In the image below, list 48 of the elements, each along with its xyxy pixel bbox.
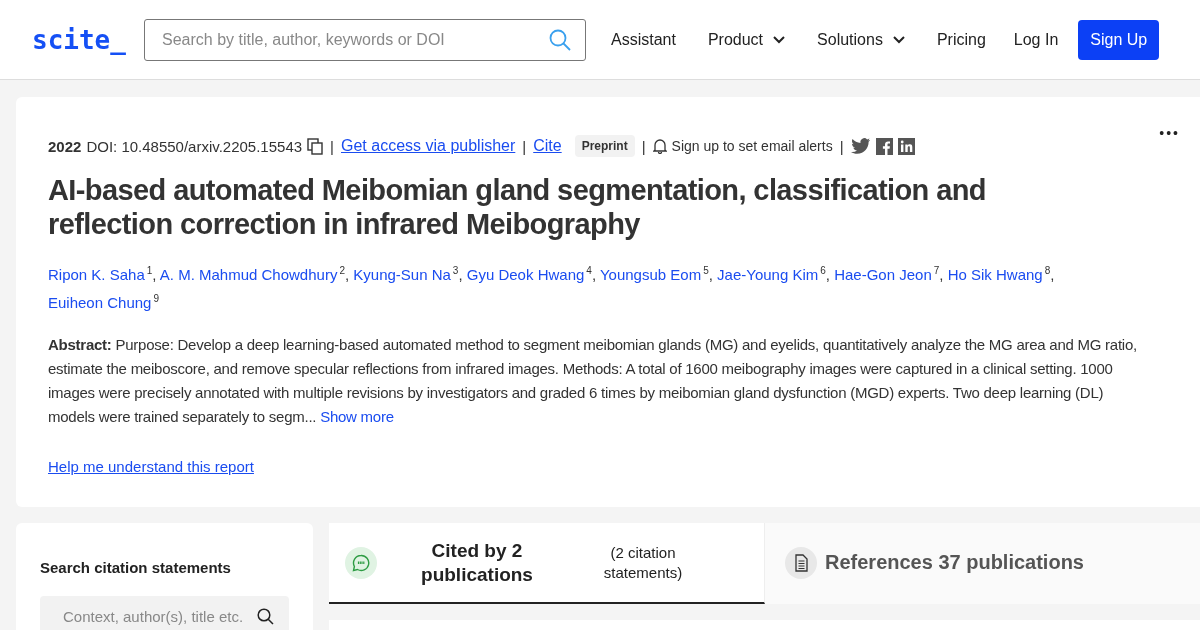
abstract-text: Abstract: Purpose: Develop a deep learning-based automated method to segment meibomian glands (MG) and eyelids, quantitatively analyze the MG area and MG ratio, estimate the meiboscore, and remove specular reflections from infrared images. Methods: A total of 1600 meibography images were captured in a clinical setting. 1000 images were precisely annotated with multiple revisions by investigators and graded 6 times by meibomian gland dysfunction (MGD) experts. Two deep learning (DL) models were trained separately to segm... Show more	[48, 335, 1138, 427]
author-link[interactable]: Gyu Deok Hwang$^{4}$	[466, 266, 592, 283]
references-tab[interactable]: References 37 publications	[765, 523, 1200, 604]
separator: |	[330, 137, 334, 155]
nav-link[interactable]: Solutions	[817, 30, 905, 49]
author-link[interactable]: Euiheon Chung$^{9}$	[48, 294, 159, 311]
search-icon	[257, 608, 274, 625]
nav-link[interactable]: Assistant	[611, 30, 676, 49]
nav-link[interactable]: Log In	[1013, 30, 1059, 49]
author-link[interactable]: Youngsub Eom$^{5}$	[599, 266, 709, 283]
quote-bubble-icon	[352, 553, 370, 572]
preprint-badge: Preprint	[574, 135, 635, 157]
citation-search-field[interactable]: Context, author(s), title etc.	[40, 596, 289, 630]
doi-text: DOI: 10.48550/arxiv.2205.15543	[86, 137, 303, 155]
author-link[interactable]: A. M. Mahmud Chowdhury$^{2}$	[159, 266, 345, 283]
help-link[interactable]: Help me understand this report	[48, 458, 254, 475]
document-icon	[793, 553, 809, 572]
author-link[interactable]: Ripon K. Saha$^{1}$	[48, 266, 153, 283]
chevron-down-icon	[892, 35, 905, 44]
cite-link[interactable]: Cite	[533, 137, 562, 155]
paper-title: AI-based automated Meibomian gland segmentation, classification and reflection correction in infrared Meibography	[48, 173, 987, 241]
nav-link[interactable]: Product	[707, 30, 786, 49]
chevron-down-icon	[773, 35, 786, 44]
linkedin-icon[interactable]	[897, 137, 915, 155]
author-list: Ripon K. Saha$^{1}$, A. M. Mahmud Chowdhury$^{2}$, Kyung-Sun Na$^{3}$, Gyu Deok Hwang$^{4}$, Youngsub Eom$^{5}$, Jae-Young Kim$^{6}$, Hae-Gon Jeon$^{7}$, Ho Sik Hwang$^{8}$, Euiheon Chung$^{9}$	[48, 259, 1168, 315]
show-more-link[interactable]: Show more	[320, 408, 394, 425]
access-link[interactable]: Get access via publisher	[341, 137, 516, 155]
search-field[interactable]: Search by title, author, keywords or DOI	[144, 18, 586, 61]
bell-icon	[652, 138, 667, 154]
sign-up-button[interactable]: Sign Up	[1078, 19, 1160, 60]
author-link[interactable]: Kyung-Sun Na$^{3}$	[353, 266, 459, 283]
email-alerts-link[interactable]: Sign up to set email alerts	[671, 138, 833, 154]
copy-icon[interactable]	[307, 137, 324, 155]
panel-heading: Search citation statements	[40, 559, 232, 576]
logo[interactable]: scite_	[32, 24, 144, 55]
more-menu-button[interactable]: •••	[1159, 125, 1180, 141]
author-link[interactable]: Hae-Gon Jeon$^{7}$	[834, 266, 940, 283]
cited-by-tab[interactable]: Cited by 2 publications (2 citation statements)	[329, 523, 765, 604]
nav-link[interactable]: Pricing	[936, 30, 986, 49]
separator: |	[641, 137, 646, 155]
facebook-icon[interactable]	[875, 137, 893, 155]
separator: |	[839, 137, 844, 155]
author-link[interactable]: Ho Sik Hwang$^{8}$	[947, 266, 1051, 283]
publication-year: 2022	[48, 137, 82, 155]
bird-icon[interactable]	[850, 137, 871, 155]
search-icon	[549, 28, 571, 51]
author-link[interactable]: Jae-Young Kim$^{6}$	[717, 266, 826, 283]
separator: |	[522, 137, 527, 155]
